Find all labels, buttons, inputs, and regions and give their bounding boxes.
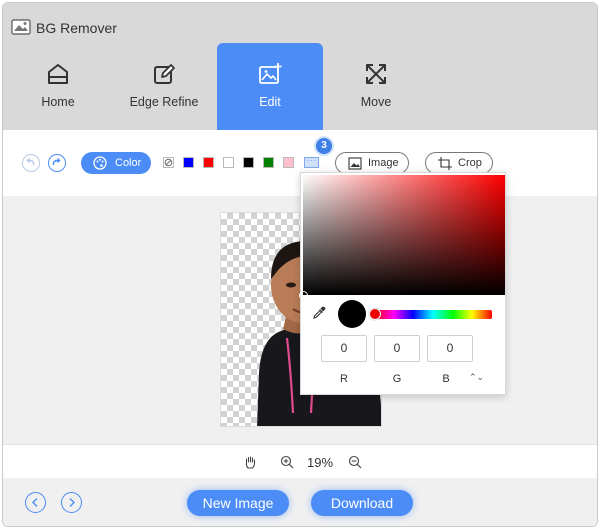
footer-bar: New Image Download — [3, 478, 597, 526]
nav-edit[interactable]: Edit — [217, 43, 323, 133]
saturation-field[interactable] — [299, 175, 505, 300]
palette-icon — [93, 156, 107, 170]
image-button[interactable]: Image — [335, 152, 409, 174]
crop-icon — [438, 157, 452, 170]
no-color-icon — [164, 158, 173, 167]
swatch-black[interactable] — [243, 157, 254, 168]
color-preview — [338, 300, 366, 328]
new-image-button[interactable]: New Image — [187, 490, 289, 516]
nav-edge-refine[interactable]: Edge Refine — [111, 43, 217, 133]
red-input[interactable]: 0 — [321, 335, 367, 362]
green-label: G — [392, 373, 402, 385]
color-mode-toggle[interactable]: ⌃⌄ — [469, 372, 484, 383]
swatch-white[interactable] — [223, 157, 234, 168]
zoom-value: 19% — [307, 455, 334, 470]
more-colors-button[interactable]: ··· — [304, 157, 319, 168]
hue-slider[interactable] — [374, 310, 492, 319]
swatch-pink[interactable] — [283, 157, 294, 168]
main-panel: Color ··· 3 Image Crop 19% New Image Dow… — [3, 130, 597, 526]
color-button-label: Color — [115, 157, 142, 169]
title-bar: BG Remover — [3, 3, 597, 43]
image-edit-icon — [259, 63, 282, 84]
nav-move-label: Move — [360, 95, 392, 109]
redo-icon — [52, 158, 61, 166]
eyedropper-icon[interactable] — [312, 306, 326, 320]
image-icon — [348, 157, 362, 170]
swatch-red[interactable] — [203, 157, 214, 168]
app-title: BG Remover — [36, 20, 117, 36]
main-nav: Home Edge Refine Edit Move — [3, 43, 597, 133]
blue-input[interactable]: 0 — [427, 335, 473, 362]
swatch-green[interactable] — [263, 157, 274, 168]
color-button[interactable]: Color — [81, 152, 151, 174]
next-button[interactable] — [61, 492, 82, 513]
redo-button[interactable] — [48, 154, 66, 172]
nav-home[interactable]: Home — [5, 43, 111, 133]
chevron-left-icon — [32, 498, 38, 507]
download-button[interactable]: Download — [311, 490, 413, 516]
image-button-label: Image — [368, 157, 399, 169]
green-input[interactable]: 0 — [374, 335, 420, 362]
undo-button[interactable] — [22, 154, 40, 172]
app-logo-icon — [11, 19, 31, 35]
nav-edit-label: Edit — [259, 95, 281, 109]
undo-icon — [26, 158, 35, 166]
prev-button[interactable] — [25, 492, 46, 513]
swatch-none[interactable] — [163, 157, 174, 168]
zoom-in-icon[interactable] — [280, 455, 294, 469]
nav-home-label: Home — [41, 95, 75, 109]
blue-label: B — [442, 373, 450, 385]
pencil-square-icon — [154, 64, 175, 84]
zoom-bar: 19% — [3, 444, 597, 478]
nav-edge-refine-label: Edge Refine — [129, 95, 199, 109]
pan-hand-icon[interactable] — [243, 455, 257, 469]
color-picker-popover: 0 0 0 R G B ⌃⌄ — [299, 172, 506, 395]
crop-button[interactable]: Crop — [425, 152, 493, 174]
chevron-right-icon — [69, 498, 75, 507]
app-window: BG Remover Home Edge Refine Edit Move Co… — [2, 2, 598, 527]
zoom-out-icon[interactable] — [348, 455, 362, 469]
move-arrows-icon — [366, 64, 386, 84]
crop-button-label: Crop — [458, 157, 482, 169]
step-badge: 3 — [316, 138, 332, 154]
saturation-handle[interactable] — [299, 291, 308, 300]
home-icon — [48, 64, 68, 84]
red-label: R — [340, 373, 348, 385]
nav-move[interactable]: Move — [323, 43, 429, 133]
hue-slider-handle[interactable] — [369, 308, 381, 320]
swatch-blue[interactable] — [183, 157, 194, 168]
